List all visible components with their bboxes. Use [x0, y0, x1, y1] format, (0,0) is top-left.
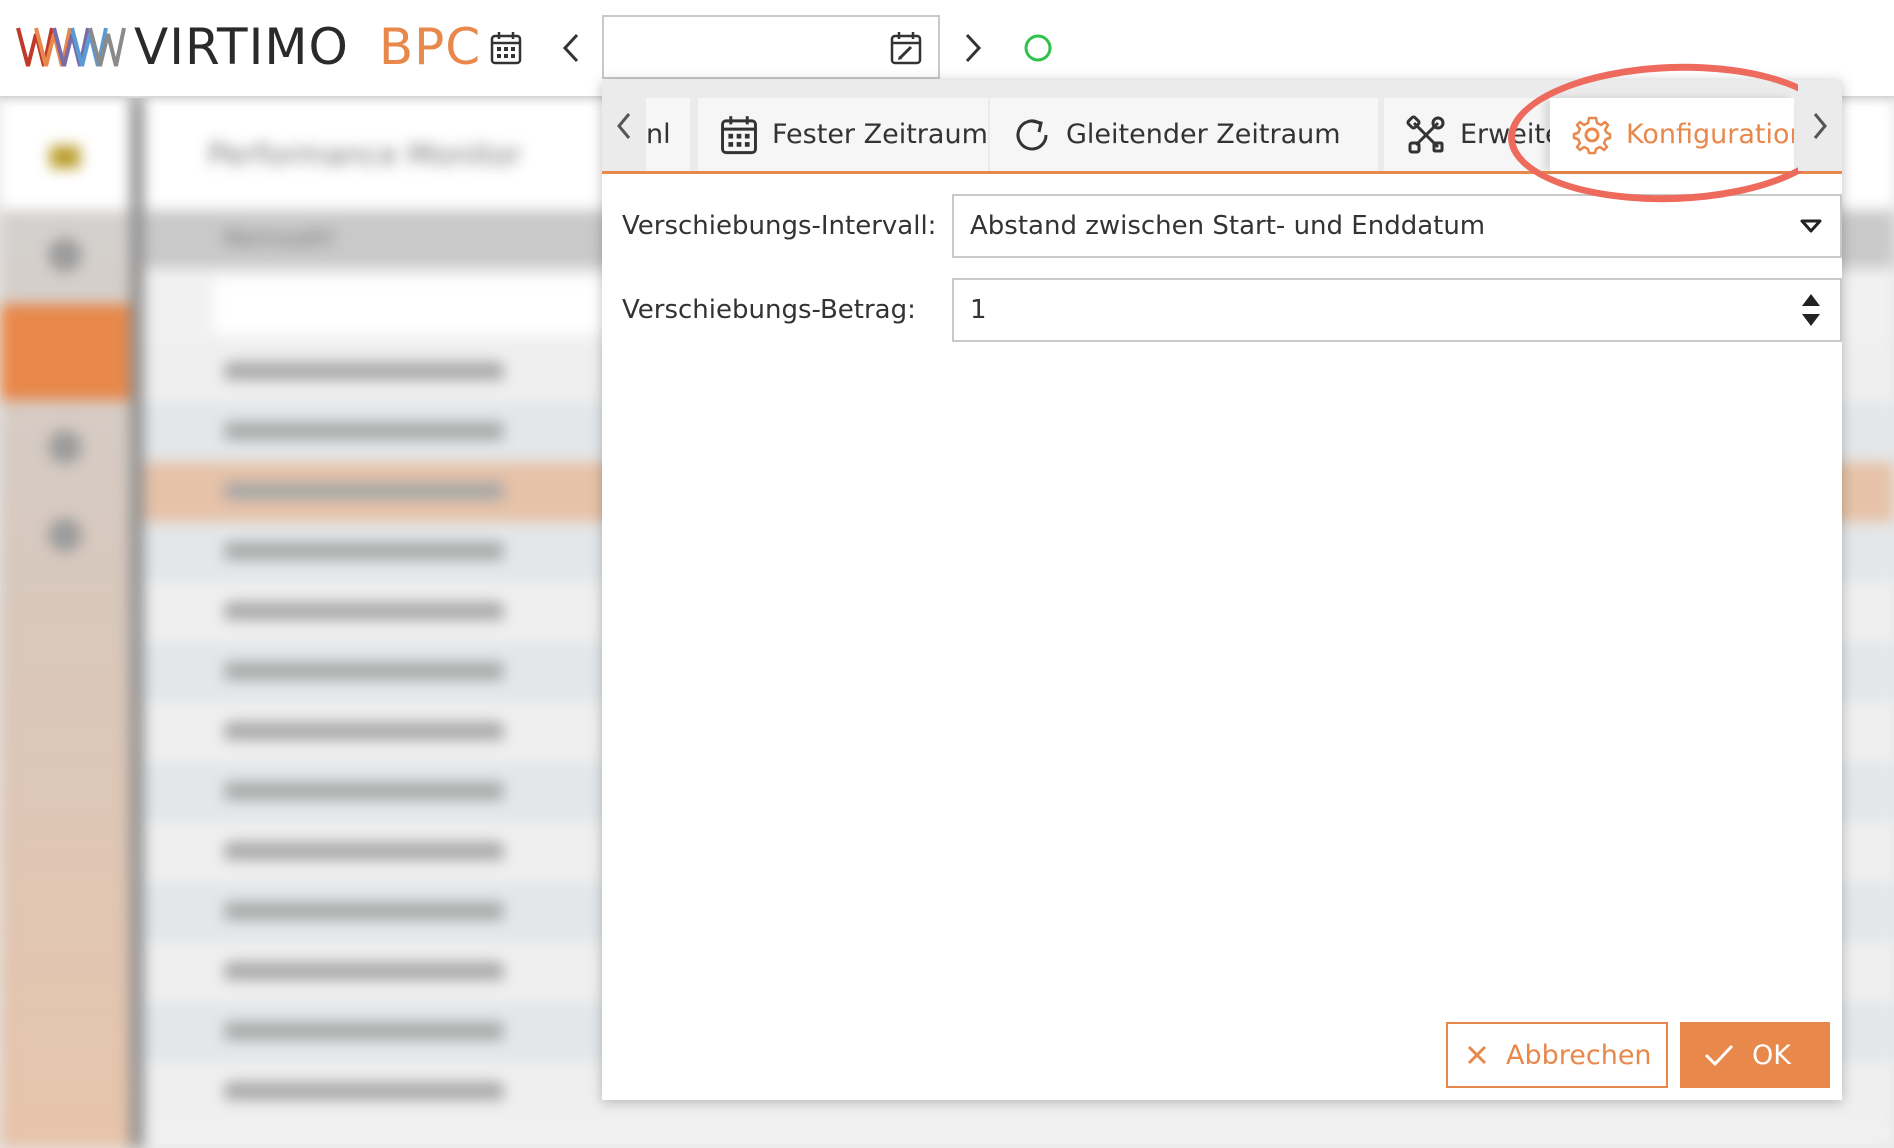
tab-scroll-right-button[interactable] — [1798, 80, 1842, 171]
cancel-button-label: Abbrechen — [1506, 1039, 1652, 1071]
chevron-right-icon — [1813, 112, 1827, 139]
interval-select[interactable]: Abstand zwischen Start- und Enddatum — [952, 194, 1842, 258]
ok-button-label: OK — [1752, 1039, 1791, 1071]
check-icon — [1704, 1044, 1734, 1067]
logo-product: BPC — [378, 18, 482, 76]
tab-truncated[interactable]: nl — [646, 98, 690, 171]
calendar-icon — [490, 32, 522, 65]
amount-stepper[interactable]: 1 — [952, 278, 1842, 342]
calendar-icon — [721, 115, 757, 154]
tab-label: Konfiguration — [1626, 119, 1794, 150]
cancel-button[interactable]: Abbrechen — [1446, 1022, 1668, 1088]
status-circle-icon — [1024, 34, 1052, 62]
next-period-button[interactable] — [958, 28, 988, 68]
gear-icon — [1572, 116, 1612, 154]
dialog-tab-bar: nl Fester Zeitraum Gleitender Zeitraum E… — [602, 80, 1842, 174]
tab-konfiguration[interactable]: Konfiguration — [1550, 98, 1794, 171]
stepper-arrows-icon[interactable] — [1800, 292, 1822, 328]
virtimo-logo-mark-icon — [16, 27, 126, 67]
calendar-edit-icon[interactable] — [890, 31, 922, 65]
time-range-dialog: nl Fester Zeitraum Gleitender Zeitraum E… — [602, 80, 1842, 1100]
tab-label: nl — [646, 119, 671, 150]
amount-stepper-value: 1 — [970, 295, 987, 325]
background-column-header: Kennzahl — [224, 224, 333, 252]
logo-text: VIRTIMO — [134, 18, 349, 76]
close-icon — [1467, 1045, 1487, 1065]
previous-period-button[interactable] — [556, 28, 586, 68]
dropdown-caret-icon — [1800, 219, 1822, 233]
virtimo-logo: VIRTIMO BPC — [16, 22, 481, 72]
calendar-picker-button[interactable] — [488, 28, 524, 68]
refresh-icon — [1016, 119, 1048, 150]
tools-icon — [1406, 114, 1445, 153]
date-input[interactable] — [602, 15, 940, 79]
interval-label: Verschiebungs-Intervall: — [622, 211, 937, 241]
status-indicator — [1022, 32, 1054, 64]
ok-button[interactable]: OK — [1680, 1022, 1830, 1088]
background-page-title: Performance Monitor — [208, 138, 522, 173]
interval-select-value: Abstand zwischen Start- und Enddatum — [970, 211, 1486, 241]
tab-label: Fester Zeitraum — [772, 119, 988, 150]
tab-label: Gleitender Zeitraum — [1066, 119, 1341, 150]
chevron-right-icon — [965, 33, 982, 63]
chevron-left-icon — [562, 33, 579, 63]
background-sidebar — [0, 98, 130, 1148]
tab-gleitender-zeitraum[interactable]: Gleitender Zeitraum — [990, 98, 1378, 171]
amount-label: Verschiebungs-Betrag: — [622, 295, 916, 325]
tab-fester-zeitraum[interactable]: Fester Zeitraum — [698, 98, 988, 171]
tab-scroll-left-button[interactable] — [602, 80, 646, 171]
chevron-left-icon — [617, 112, 631, 139]
